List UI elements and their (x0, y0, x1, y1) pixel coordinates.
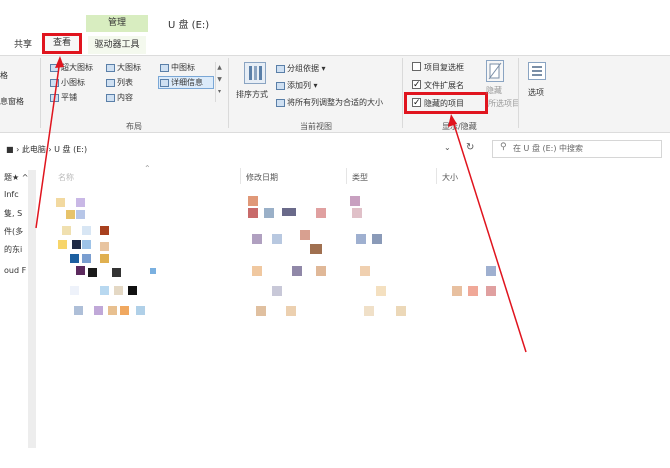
arrow-head-view-tab (55, 56, 64, 68)
annotation-arrows (35, 56, 527, 353)
arrow-to-view-tab (35, 59, 61, 229)
arrow-head-hidden-items (448, 114, 457, 127)
arrow-to-hidden-items (451, 117, 527, 353)
